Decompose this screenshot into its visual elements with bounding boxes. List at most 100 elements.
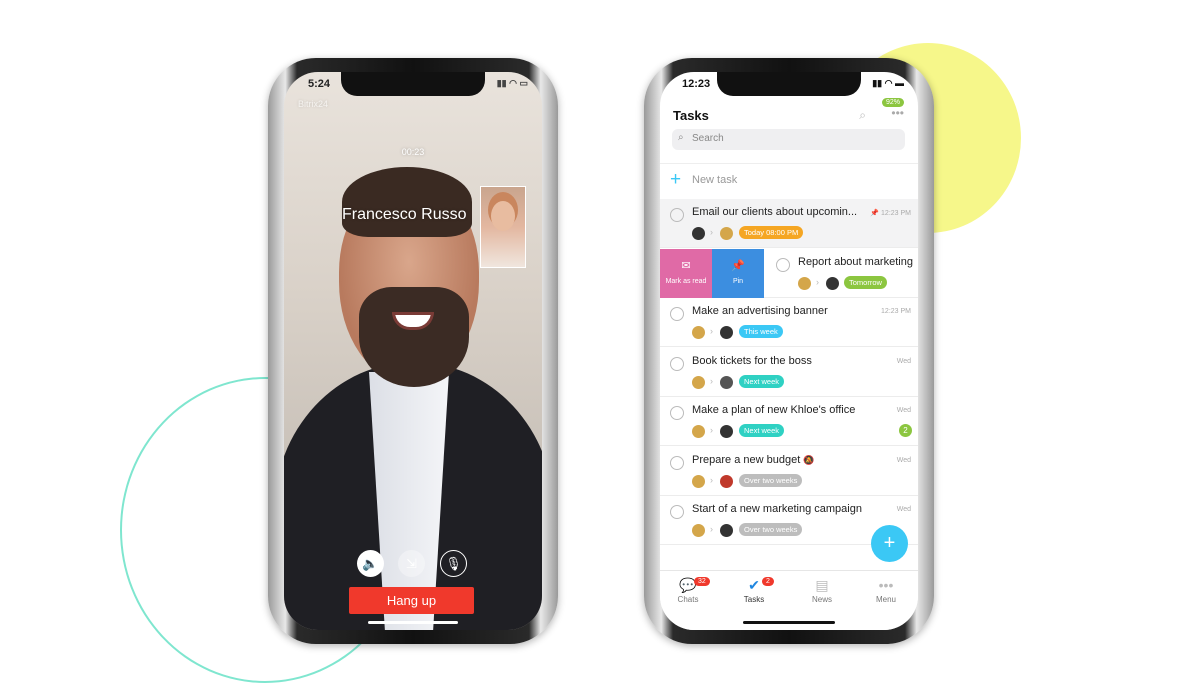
- avatar: [692, 375, 705, 389]
- video-call-screen: 5:24 ▮▮ ◠ ▭ Bitrix24 00:23 Francesco Rus…: [284, 72, 542, 630]
- new-task-button[interactable]: + New task: [660, 163, 918, 198]
- status-time: 12:23: [682, 78, 711, 90]
- speaker-icon: 🔈: [362, 555, 379, 571]
- page-title: Tasks: [673, 108, 709, 123]
- search-placeholder: Search: [692, 133, 724, 144]
- home-indicator: [743, 621, 835, 624]
- chats-badge: 32: [694, 577, 710, 586]
- news-icon: ▤: [815, 577, 829, 593]
- avatar: [720, 524, 733, 537]
- task-time: Wed: [896, 506, 911, 513]
- microphone-button[interactable]: 🎙: [440, 550, 467, 577]
- notch: [717, 72, 861, 96]
- task-title-text: Book tickets for the boss: [692, 354, 812, 367]
- arrow-icon: ›: [710, 474, 713, 485]
- caller-name: Francesco Russo: [342, 206, 467, 223]
- task-row[interactable]: Make an advertising banner 12:23 PM › Th…: [660, 298, 918, 347]
- search-icon: ⌕: [678, 132, 684, 143]
- avatar: [692, 524, 705, 537]
- deadline-badge: Over two weeks: [739, 473, 803, 487]
- task-checkbox[interactable]: [670, 208, 684, 222]
- speaker-button[interactable]: 🔈: [357, 550, 384, 577]
- comment-counter: 2: [899, 424, 912, 437]
- task-checkbox[interactable]: [670, 406, 684, 420]
- task-checkbox[interactable]: [670, 455, 684, 470]
- pin-button[interactable]: 📌 Pin: [712, 249, 764, 298]
- avatar: [720, 474, 733, 488]
- arrow-icon: ›: [710, 326, 713, 336]
- task-checkbox[interactable]: [670, 307, 684, 321]
- deadline-badge: Next week: [739, 424, 785, 437]
- arrow-icon: ›: [710, 227, 713, 237]
- avatar: [692, 425, 705, 438]
- task-time: Wed: [896, 357, 911, 365]
- avatar: [798, 277, 811, 290]
- tab-label: Tasks: [743, 595, 765, 604]
- arrow-icon: ›: [710, 375, 713, 386]
- mark-as-read-button[interactable]: ✉ Mark as read: [660, 249, 712, 298]
- task-time: 📌 12:23 PM: [870, 209, 911, 217]
- tab-menu[interactable]: ••• Menu: [858, 577, 914, 604]
- chat-icon: ✉: [681, 260, 691, 272]
- pin-icon: 📌: [731, 260, 745, 272]
- microphone-icon: 🎙: [445, 555, 462, 571]
- avatar: [692, 227, 705, 240]
- task-title-text: Make an advertising banner: [692, 305, 828, 317]
- avatar: [720, 227, 733, 240]
- tab-label: Menu: [875, 595, 896, 604]
- task-row[interactable]: Make a plan of new Khloe's office Wed › …: [660, 397, 918, 446]
- caller-video-beard: [359, 287, 469, 387]
- self-video-preview[interactable]: [480, 186, 526, 268]
- arrow-icon: ›: [816, 277, 819, 287]
- avatar: [720, 375, 733, 389]
- task-checkbox[interactable]: [776, 258, 790, 272]
- tab-tasks[interactable]: ✔ 2 Tasks: [726, 577, 782, 604]
- task-checkbox[interactable]: [670, 356, 684, 371]
- pin-icon: 📌: [870, 210, 880, 217]
- deadline-badge: Next week: [739, 374, 785, 388]
- home-indicator: [368, 621, 458, 624]
- arrow-icon: ›: [710, 425, 713, 435]
- muted-bell-icon: 🔕: [803, 454, 815, 465]
- task-title: Email our clients about upcomin...: [692, 206, 858, 218]
- task-title: Make a plan of new Khloe's office: [692, 404, 855, 416]
- task-time: 12:23 PM: [881, 308, 911, 315]
- task-time: Wed: [896, 407, 911, 414]
- task-row[interactable]: Email our clients about upcomin... 📌 12:…: [660, 199, 918, 248]
- tab-news[interactable]: ▤ News: [794, 577, 850, 604]
- task-title-text: Prepare a new budget: [692, 453, 801, 466]
- tasks-screen: 12:23 ▮▮ ◠ ▬ 92% Tasks ⌕ ••• ⌕ Search + Ne…: [660, 72, 918, 630]
- status-icons: ▮▮ ◠ ▭: [496, 78, 528, 88]
- task-row[interactable]: Prepare a new budget 🔕 Wed › Over two we…: [660, 446, 918, 496]
- minimize-button[interactable]: ⇲: [398, 550, 425, 577]
- app-label: Bitrix24: [298, 99, 329, 109]
- deadline-badge: This week: [739, 325, 783, 338]
- add-task-fab[interactable]: +: [871, 525, 908, 562]
- tab-label: News: [811, 595, 832, 604]
- task-time-text: 12:23 PM: [881, 210, 911, 217]
- call-duration: 00:23: [401, 147, 425, 157]
- plus-icon: +: [670, 169, 682, 190]
- more-icon[interactable]: •••: [891, 106, 904, 120]
- avatar: [692, 326, 705, 339]
- mark-as-read-label: Mark as read: [665, 278, 707, 285]
- task-title: Start of a new marketing campaign: [692, 503, 862, 515]
- task-title: Make an advertising banner: [692, 305, 828, 317]
- avatar: [720, 326, 733, 339]
- notch: [341, 72, 485, 96]
- tab-chats[interactable]: 💬 32 Chats: [660, 577, 716, 604]
- search-icon[interactable]: ⌕: [859, 108, 866, 123]
- new-task-label: New task: [692, 174, 738, 186]
- deadline-badge: Today 08:00 PM: [739, 226, 804, 239]
- tab-label: Chats: [677, 595, 699, 604]
- tab-bar: 💬 32 Chats ✔ 2 Tasks ▤ News ••• Menu: [660, 570, 918, 630]
- task-title-text: Start of a new marketing campaign: [692, 503, 862, 515]
- hang-up-button[interactable]: Hang up: [349, 587, 474, 614]
- task-row-swiped[interactable]: ✉ Mark as read 📌 Pin Report about marketin…: [660, 249, 918, 298]
- more-icon: •••: [878, 577, 894, 593]
- status-icons: ▮▮ ◠ ▬: [872, 78, 904, 88]
- task-checkbox[interactable]: [670, 505, 684, 519]
- arrow-icon: ›: [710, 524, 713, 534]
- task-row[interactable]: Book tickets for the boss Wed › Next wee…: [660, 347, 918, 397]
- search-input[interactable]: ⌕ Search: [672, 129, 905, 150]
